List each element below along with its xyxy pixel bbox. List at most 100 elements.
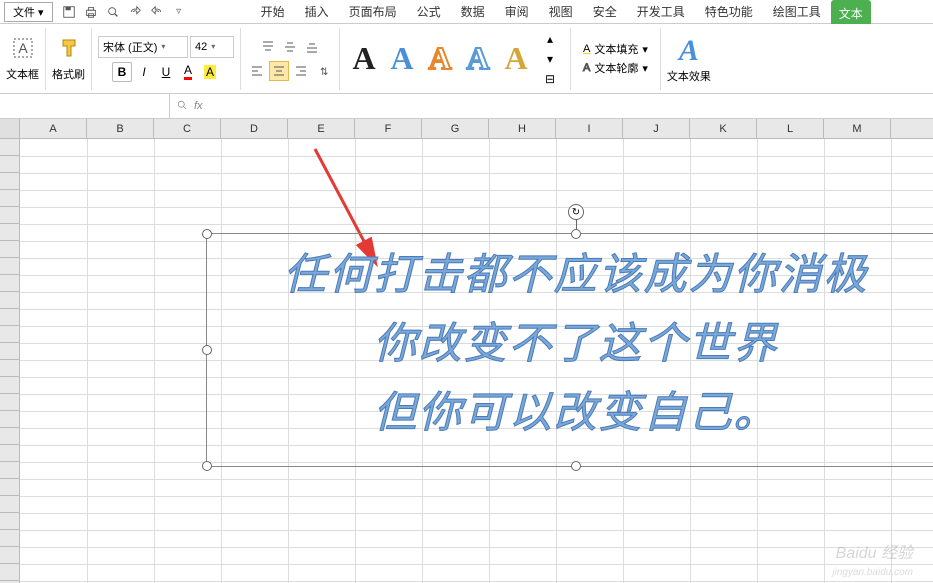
resize-handle-tl[interactable] (202, 229, 212, 239)
resize-handle-tm[interactable] (571, 229, 581, 239)
fx-label[interactable]: fx (194, 100, 203, 112)
row-header[interactable] (0, 275, 19, 292)
tab-insert[interactable]: 插入 (295, 0, 339, 24)
format-painter-icon[interactable] (57, 36, 81, 66)
undo-icon[interactable] (127, 4, 143, 20)
highlight-button[interactable]: A (200, 62, 220, 82)
align-middle-icon[interactable] (280, 37, 300, 57)
text-effect-label[interactable]: 文本效果 (667, 68, 711, 84)
row-header[interactable] (0, 411, 19, 428)
row-header[interactable] (0, 224, 19, 241)
font-size-combo[interactable]: 42▾ (190, 36, 234, 58)
row-header[interactable] (0, 292, 19, 309)
align-center-icon[interactable] (269, 61, 289, 81)
tab-view[interactable]: 视图 (539, 0, 583, 24)
row-header[interactable] (0, 326, 19, 343)
col-header[interactable]: K (690, 119, 757, 138)
textframe-icon[interactable]: A (11, 36, 35, 66)
row-header[interactable] (0, 564, 19, 581)
col-header[interactable]: A (20, 119, 87, 138)
tab-home[interactable]: 开始 (251, 0, 295, 24)
col-header[interactable]: J (623, 119, 690, 138)
rotate-handle[interactable]: ↻ (568, 204, 584, 220)
style-blue[interactable]: A (384, 35, 420, 83)
italic-button[interactable]: I (134, 62, 154, 82)
tab-devtools[interactable]: 开发工具 (627, 0, 695, 24)
row-header[interactable] (0, 207, 19, 224)
row-header[interactable] (0, 360, 19, 377)
tab-text[interactable]: 文本 (831, 0, 871, 24)
col-header[interactable]: D (221, 119, 288, 138)
align-right-icon[interactable] (291, 61, 311, 81)
col-header[interactable]: L (757, 119, 824, 138)
name-box[interactable] (0, 94, 170, 118)
row-header[interactable] (0, 139, 19, 156)
row-header[interactable] (0, 394, 19, 411)
row-header[interactable] (0, 428, 19, 445)
row-header[interactable] (0, 156, 19, 173)
tab-review[interactable]: 审阅 (495, 0, 539, 24)
row-header[interactable] (0, 173, 19, 190)
align-bottom-icon[interactable] (302, 37, 322, 57)
textframe-label[interactable]: 文本框 (6, 66, 39, 82)
search-icon[interactable] (176, 99, 188, 114)
style-lightblue[interactable]: A (460, 35, 496, 83)
text-effect-icon[interactable]: A (671, 34, 707, 68)
col-header[interactable]: B (87, 119, 154, 138)
row-header[interactable] (0, 479, 19, 496)
text-outline-button[interactable]: A 文本轮廓 ▾ (583, 60, 648, 76)
row-header[interactable] (0, 258, 19, 275)
tab-formula[interactable]: 公式 (407, 0, 451, 24)
wordart-content[interactable]: 任何打击都不应该成为你消极 你改变不了这个世界 但你可以改变自己。 (207, 234, 933, 456)
chevron-down-icon[interactable]: ▿ (171, 4, 187, 20)
print-preview-icon[interactable] (105, 4, 121, 20)
row-header[interactable] (0, 241, 19, 258)
wordart-textbox[interactable]: ↻ 任何打击都不应该成为你消极 你改变不了这个世界 但你可以改变自己。 (206, 233, 933, 467)
col-header[interactable]: C (154, 119, 221, 138)
style-gold[interactable]: A (498, 35, 534, 83)
format-painter-label[interactable]: 格式刷 (52, 66, 85, 82)
bold-button[interactable]: B (112, 62, 132, 82)
select-all-corner[interactable] (0, 119, 20, 138)
row-header[interactable] (0, 496, 19, 513)
cells-area[interactable]: ↻ 任何打击都不应该成为你消极 你改变不了这个世界 但你可以改变自己。 Baid… (20, 139, 933, 583)
redo-icon[interactable] (149, 4, 165, 20)
col-header[interactable]: E (288, 119, 355, 138)
row-header[interactable] (0, 377, 19, 394)
tab-drawing[interactable]: 绘图工具 (763, 0, 831, 24)
print-icon[interactable] (83, 4, 99, 20)
align-top-icon[interactable] (258, 37, 278, 57)
row-header[interactable] (0, 190, 19, 207)
row-header[interactable] (0, 547, 19, 564)
col-header[interactable]: F (355, 119, 422, 138)
tab-layout[interactable]: 页面布局 (339, 0, 407, 24)
tab-security[interactable]: 安全 (583, 0, 627, 24)
row-header[interactable] (0, 309, 19, 326)
col-header[interactable]: M (824, 119, 891, 138)
resize-handle-ml[interactable] (202, 345, 212, 355)
save-icon[interactable] (61, 4, 77, 20)
row-header[interactable] (0, 513, 19, 530)
tab-features[interactable]: 特色功能 (695, 0, 763, 24)
resize-handle-bm[interactable] (571, 461, 581, 471)
text-direction-icon[interactable]: ⇅ (313, 61, 333, 81)
resize-handle-bl[interactable] (202, 461, 212, 471)
text-fill-button[interactable]: A 文本填充 ▾ (583, 41, 648, 57)
col-header[interactable]: I (556, 119, 623, 138)
row-header[interactable] (0, 343, 19, 360)
col-header[interactable]: G (422, 119, 489, 138)
col-header[interactable]: H (489, 119, 556, 138)
row-header[interactable] (0, 462, 19, 479)
style-black[interactable]: A (346, 35, 382, 83)
style-scroll-up-icon[interactable]: ▴ (540, 29, 560, 49)
row-header[interactable] (0, 530, 19, 547)
font-color-button[interactable]: A (178, 62, 198, 82)
file-button[interactable]: 文件 ▾ (4, 2, 53, 22)
style-scroll-down-icon[interactable]: ▾ (540, 49, 560, 69)
style-more-icon[interactable]: ⊟ (540, 69, 560, 89)
style-orange[interactable]: A (422, 35, 458, 83)
tab-data[interactable]: 数据 (451, 0, 495, 24)
row-header[interactable] (0, 445, 19, 462)
font-name-combo[interactable]: 宋体 (正文)▾ (98, 36, 188, 58)
formula-input[interactable] (209, 99, 927, 114)
